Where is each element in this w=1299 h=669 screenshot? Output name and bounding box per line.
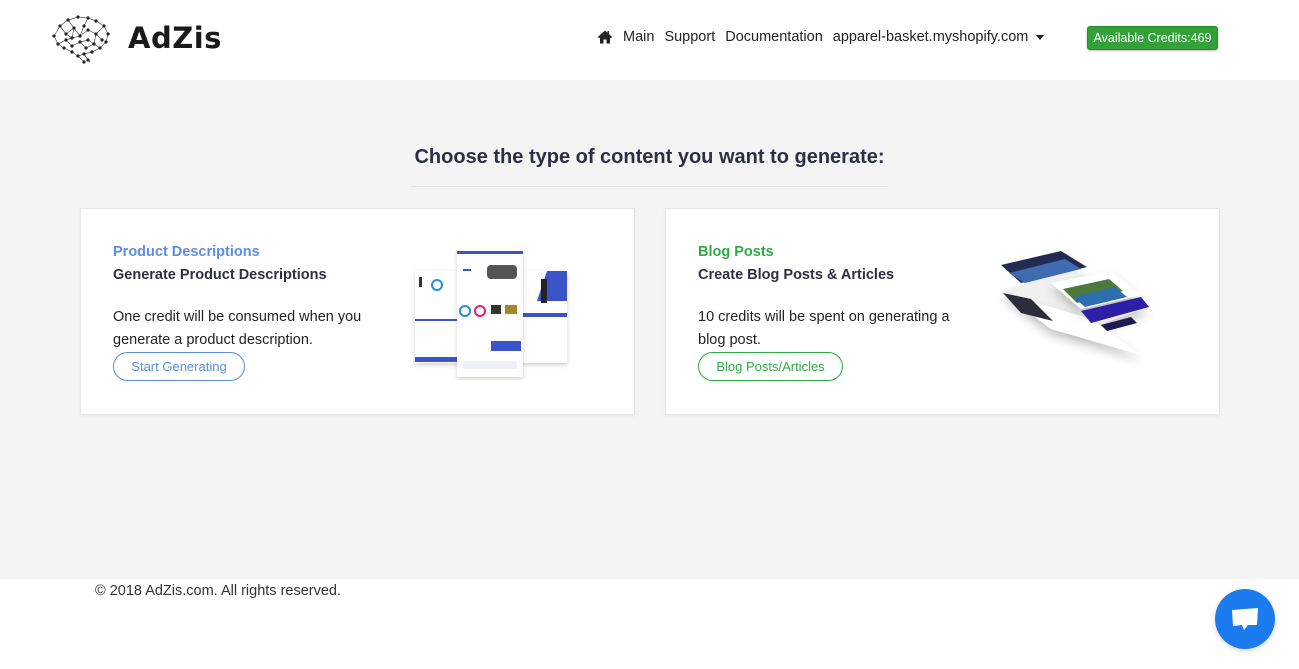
nav-link-support[interactable]: Support [664, 29, 715, 45]
main-nav: Main Support Documentation apparel-baske… [597, 29, 1045, 45]
nav-link-documentation[interactable]: Documentation [725, 29, 823, 45]
card-description: One credit will be consumed when you gen… [113, 309, 362, 348]
card-description: 10 credits will be spent on generating a… [698, 309, 950, 348]
blog-mockup-illustration [1001, 251, 1149, 355]
blog-posts-card: Blog Posts Create Blog Posts & Articles … [665, 208, 1220, 415]
blog-posts-articles-button[interactable]: Blog Posts/Articles [698, 352, 843, 381]
copyright-text: © 2018 AdZis.com. All rights reserved. [95, 583, 342, 599]
nav-link-main[interactable]: Main [623, 29, 654, 45]
ecommerce-mockup-illustration [415, 251, 567, 377]
top-navbar: AdZis Main Support Documentation apparel… [0, 0, 1299, 80]
page-heading: Choose the type of content you want to g… [414, 146, 885, 168]
brand-name: AdZis [128, 21, 222, 55]
footer: © 2018 AdZis.com. All rights reserved. [0, 579, 1299, 669]
card-label: Product Descriptions [113, 244, 260, 260]
chat-widget-button[interactable] [1215, 589, 1275, 649]
card-title: Generate Product Descriptions [113, 267, 327, 283]
chat-bubble-icon [1232, 608, 1258, 630]
card-label: Blog Posts [698, 244, 774, 260]
available-credits-button[interactable]: Available Credits:469 [1087, 26, 1218, 50]
brand-logo[interactable]: AdZis [50, 12, 222, 64]
main-content: Choose the type of content you want to g… [0, 80, 1299, 579]
card-title: Create Blog Posts & Articles [698, 267, 895, 283]
start-generating-button[interactable]: Start Generating [113, 352, 245, 381]
store-dropdown[interactable]: apparel-basket.myshopify.com [833, 29, 1045, 45]
brain-network-icon [52, 15, 110, 64]
caret-down-icon [1036, 35, 1045, 40]
heading-divider [411, 186, 888, 187]
store-dropdown-label: apparel-basket.myshopify.com [832, 29, 1029, 45]
product-descriptions-card: Product Descriptions Generate Product De… [80, 208, 635, 415]
home-icon[interactable] [597, 29, 613, 45]
